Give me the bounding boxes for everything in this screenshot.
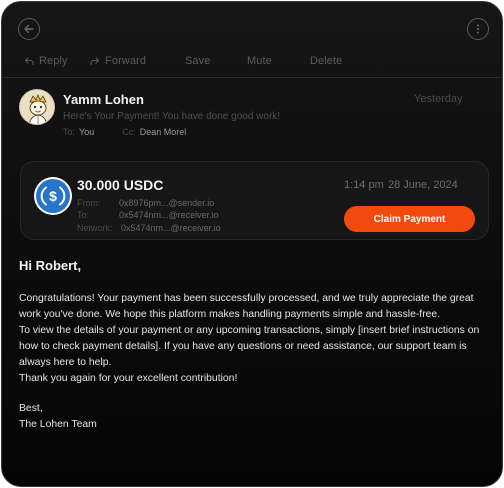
body-line: work you've done. We hope this platform … xyxy=(19,309,441,320)
usdc-icon: $ xyxy=(34,177,72,215)
from-label: From: xyxy=(77,198,101,208)
payment-card: $ 30.000 USDC From: 0x8976pm...@sender.i… xyxy=(20,161,489,240)
reply-button[interactable]: Reply xyxy=(24,52,68,70)
forward-label: Forward xyxy=(105,55,147,67)
signature: The Lohen Team xyxy=(19,419,97,430)
claim-payment-button[interactable]: Claim Payment xyxy=(344,206,475,232)
toolbar: Reply Forward Save Mute Delete xyxy=(2,52,502,72)
payment-time: 1:14 pm xyxy=(344,179,384,191)
arrow-left-icon xyxy=(24,24,34,34)
to-value[interactable]: You xyxy=(79,127,94,137)
sender-name: Yamm Lohen xyxy=(63,92,144,107)
top-bar: Reply Forward Save Mute Delete xyxy=(2,2,502,78)
body-line: To view the details of your payment or a… xyxy=(19,325,480,336)
body-line: how to check payment details]. If you ha… xyxy=(19,341,467,352)
body-line: Thank you again for your excellent contr… xyxy=(19,373,238,384)
email-date: Yesterday xyxy=(414,93,463,105)
mute-button[interactable]: Mute xyxy=(247,52,272,70)
to-label: To: xyxy=(63,127,76,137)
email-body: Congratulations! Your payment has been s… xyxy=(19,291,489,387)
save-label: Save xyxy=(185,55,211,67)
delete-label: Delete xyxy=(310,55,343,67)
reply-icon xyxy=(24,57,34,66)
email-window: Reply Forward Save Mute Delete Yamm Lohe… xyxy=(1,1,503,487)
more-vertical-icon xyxy=(477,24,479,34)
cc-value[interactable]: Dean Morel xyxy=(140,127,187,137)
back-button[interactable] xyxy=(18,18,40,40)
delete-button[interactable]: Delete xyxy=(310,52,342,70)
to-address: 0x5474nm...@receiver.io xyxy=(119,210,219,220)
payment-date: 28 June, 2024 xyxy=(388,179,458,191)
signature-block: Best, The Lohen Team xyxy=(19,401,97,433)
closing: Best, xyxy=(19,403,43,414)
forward-button[interactable]: Forward xyxy=(90,52,146,70)
greeting: Hi Robert, xyxy=(19,258,82,273)
from-address: 0x8976pm...@sender.io xyxy=(119,198,215,208)
mute-label: Mute xyxy=(247,55,272,67)
network-label: Network: xyxy=(77,223,113,233)
avatar-illustration xyxy=(20,90,54,124)
body-line: always here to help. xyxy=(19,357,112,368)
sender-avatar xyxy=(19,89,55,125)
cc-label: Cc: xyxy=(122,127,136,137)
forward-icon xyxy=(90,57,100,66)
header-divider xyxy=(2,77,502,78)
more-options-button[interactable] xyxy=(467,18,489,40)
email-subject: Here's Your Payment! You have done good … xyxy=(63,111,281,122)
to-label-payment: To: xyxy=(77,210,90,220)
network-address: 0x5474nm...@receiver.io xyxy=(121,223,221,233)
recipients: To: You Cc: Dean Morel xyxy=(63,127,186,137)
save-button[interactable]: Save xyxy=(185,52,210,70)
svg-text:$: $ xyxy=(49,188,57,204)
payment-amount: 30.000 USDC xyxy=(77,177,164,193)
body-line: Congratulations! Your payment has been s… xyxy=(19,293,474,304)
reply-label: Reply xyxy=(39,55,68,67)
